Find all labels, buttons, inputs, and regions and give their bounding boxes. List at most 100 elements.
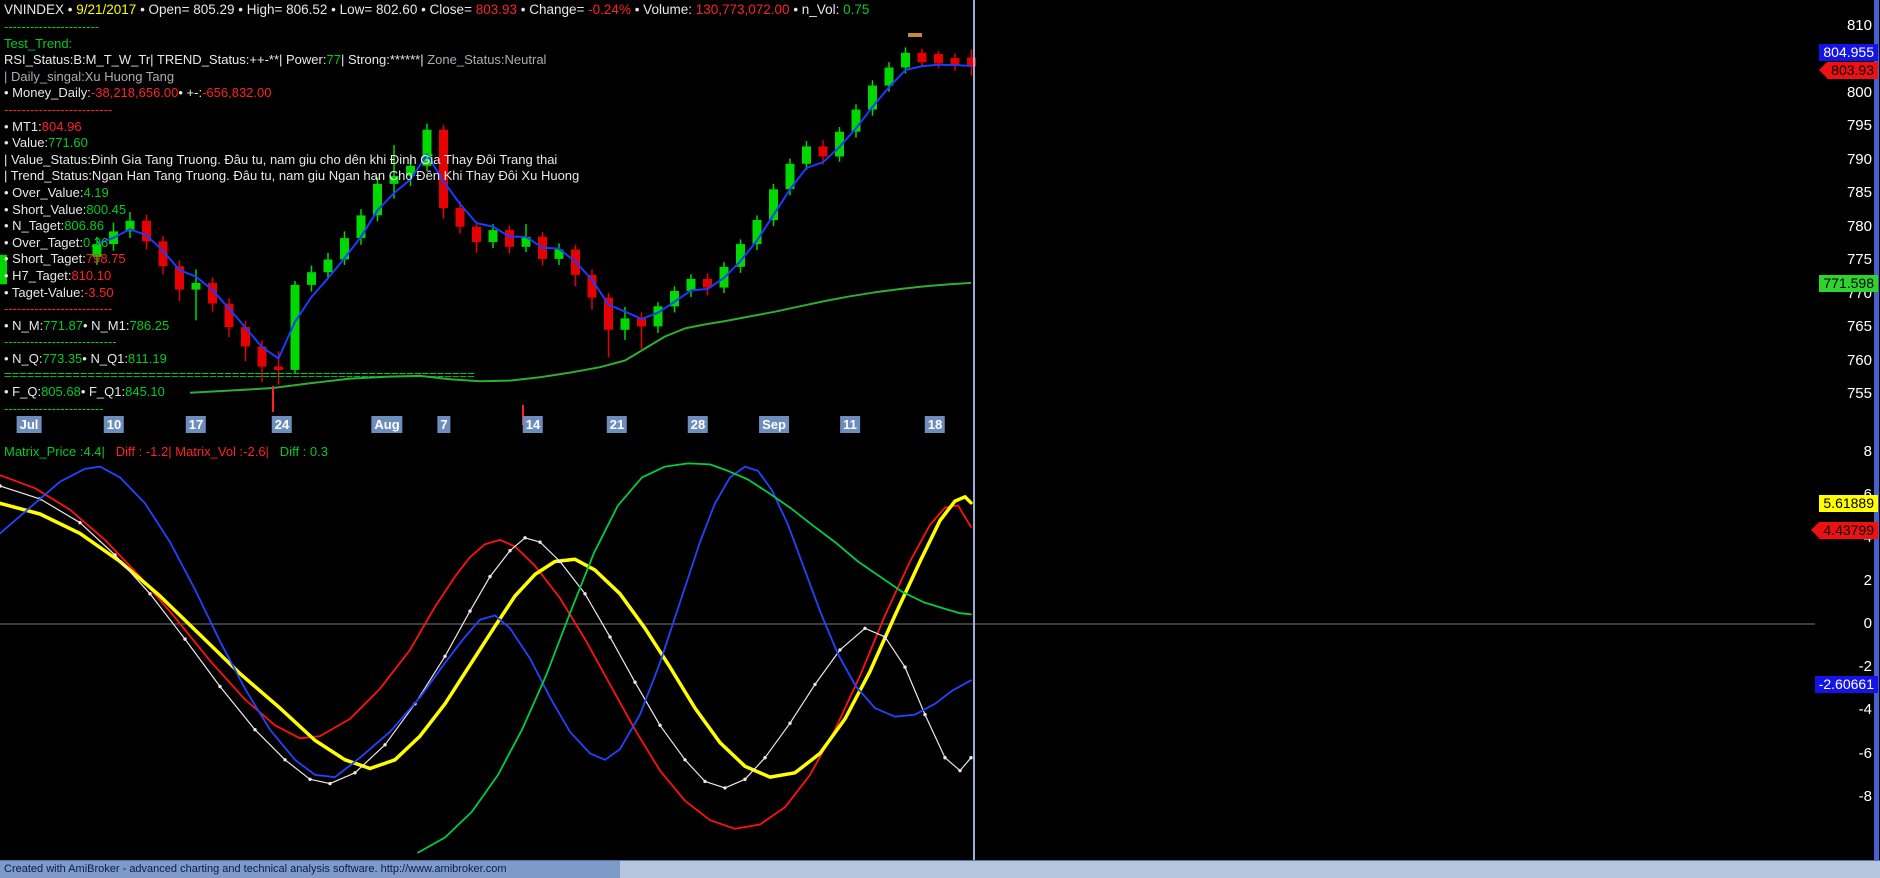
candle-body[interactable]: [901, 53, 910, 68]
oscillator-header: Matrix_Price :4.4| Diff : -1.2| Matrix_V…: [4, 444, 328, 459]
info-segment: -------------------------: [4, 301, 112, 316]
date-label: Sep: [759, 416, 789, 433]
dotted-line-white-dot: [183, 637, 186, 640]
dotted-line-white-dot: [353, 771, 356, 774]
info-line: | Daily_singal:Xu Huong Tang: [4, 69, 579, 86]
info-line: • Value:771.60: [4, 135, 579, 152]
dotted-line-white-dot: [608, 635, 611, 638]
info-segment: 805.68: [41, 384, 81, 399]
info-segment: 77: [326, 52, 340, 67]
info-line: | Value_Status:Đinh Gia Tang Truong. Đâu…: [4, 152, 579, 169]
dotted-line-white-dot: [658, 724, 661, 727]
signal-line-yellow[interactable]: [0, 497, 971, 777]
info-segment: 845.10: [125, 384, 165, 399]
dotted-line-white-dot: [328, 782, 331, 785]
matrix-vol-line-blue[interactable]: [0, 467, 971, 777]
info-segment: • H7_Taget:: [4, 268, 71, 283]
title-segment: VNINDEX •: [4, 2, 76, 17]
dotted-line-white-dot: [838, 648, 841, 651]
axis-tick-label: 795: [1847, 118, 1872, 134]
info-segment: 804.96: [42, 119, 82, 134]
axis-tick-label: 8: [1864, 444, 1872, 460]
fast-line-green[interactable]: [418, 463, 971, 852]
dotted-line-white-dot: [903, 665, 906, 668]
info-line: ========================================…: [4, 367, 579, 384]
oscillator-header-segment: Matrix_Price :4.4|: [4, 444, 105, 459]
candle-body[interactable]: [819, 146, 828, 156]
axis-tick-label: 755: [1847, 386, 1872, 402]
info-line: -------------------------: [4, 301, 579, 318]
info-line: • Short_Taget:798.75: [4, 251, 579, 268]
date-label: Jul: [17, 416, 42, 433]
title-segment: -0.24%: [588, 2, 631, 17]
candle-body[interactable]: [934, 54, 943, 63]
badge-arrow-icon: [1819, 62, 1827, 78]
dotted-line-white-dot: [633, 681, 636, 684]
info-segment: | Trend_Status:Ngan Han Tang Truong. Đâu…: [4, 168, 579, 183]
info-line: • Taget-Value:-3.50: [4, 285, 579, 302]
candle-body[interactable]: [802, 146, 811, 163]
title-segment: 0.75: [843, 2, 869, 17]
scrollbar-strip[interactable]: [1874, 0, 1879, 860]
axis-tick-label: 800: [1847, 85, 1872, 101]
value-badge: 804.955: [1819, 44, 1878, 61]
dotted-line-white-dot: [0, 484, 2, 487]
info-segment: ========================================…: [4, 367, 475, 382]
info-segment: -------------------------: [4, 102, 112, 117]
candle-body[interactable]: [654, 306, 663, 326]
dotted-line-white-dot: [763, 756, 766, 759]
dotted-line-white-dot: [488, 575, 491, 578]
dotted-line-white-dot: [508, 549, 511, 552]
info-segment: • MT1:: [4, 119, 42, 134]
info-line: ----------------------: [4, 19, 579, 36]
dotted-line-white-dot: [113, 553, 116, 556]
info-segment: • F_Q:: [4, 384, 41, 399]
date-label: 11: [840, 416, 860, 433]
candle-body[interactable]: [621, 318, 630, 329]
oscillator-header-segment: Diff : 0.3: [269, 444, 328, 459]
dotted-line-white-dot: [703, 780, 706, 783]
info-line: --------------------------: [4, 334, 579, 351]
info-segment: Test_Trend:: [4, 36, 72, 51]
value-badge: -2.60661: [1815, 676, 1878, 693]
axis-tick-label: -8: [1859, 789, 1872, 805]
info-segment: ----------------------: [4, 19, 99, 34]
dotted-line-white-dot: [683, 758, 686, 761]
title-segment: 130,773,072.00: [696, 2, 790, 17]
candle-body[interactable]: [604, 298, 613, 330]
axis-tick-label: 2: [1864, 573, 1872, 589]
axis-tick-label: 810: [1847, 18, 1872, 34]
info-segment: • Value:: [4, 135, 48, 150]
info-line: • Over_Taget:0.36: [4, 235, 579, 252]
info-line: • N_M:771.87• N_M1:786.25: [4, 318, 579, 335]
date-label: 21: [607, 416, 627, 433]
info-segment: 811.19: [128, 351, 167, 366]
info-segment: Zone_Status:Neutral: [427, 52, 546, 67]
value-badge: 5.61889: [1819, 495, 1878, 512]
candle-body[interactable]: [687, 279, 696, 291]
axis-tick-label: -2: [1859, 659, 1872, 675]
info-segment: -3.50: [84, 285, 114, 300]
info-segment: 786.25: [129, 318, 169, 333]
dotted-line-white-dot: [723, 786, 726, 789]
dotted-line-white-dot: [443, 655, 446, 658]
dotted-line-white-dot: [283, 758, 286, 761]
info-line: -----------------------: [4, 401, 579, 418]
dotted-line-white-dot: [813, 683, 816, 686]
amibroker-window: VNINDEX • 9/21/2017 • Open= 805.29 • Hig…: [0, 0, 1880, 878]
candle-body[interactable]: [918, 53, 927, 62]
dotted-line-white[interactable]: [0, 486, 971, 788]
badge-arrow-icon: [1811, 522, 1819, 538]
axis-tick-label: -4: [1859, 702, 1872, 718]
dotted-line-white-dot: [558, 560, 561, 563]
info-segment: • N_Q:: [4, 351, 43, 366]
title-segment: • Open= 805.29 • High= 806.52 • Low= 802…: [136, 2, 475, 17]
info-segment: | Strong:******|: [341, 52, 427, 67]
dotted-line-white-dot: [383, 743, 386, 746]
matrix-price-line[interactable]: [0, 475, 971, 829]
info-segment: -656,832.00: [202, 85, 271, 100]
info-segment: 771.87: [43, 318, 83, 333]
info-segment: • Taget-Value:: [4, 285, 84, 300]
dotted-line-white-dot: [148, 592, 151, 595]
info-line: Test_Trend:: [4, 36, 579, 53]
